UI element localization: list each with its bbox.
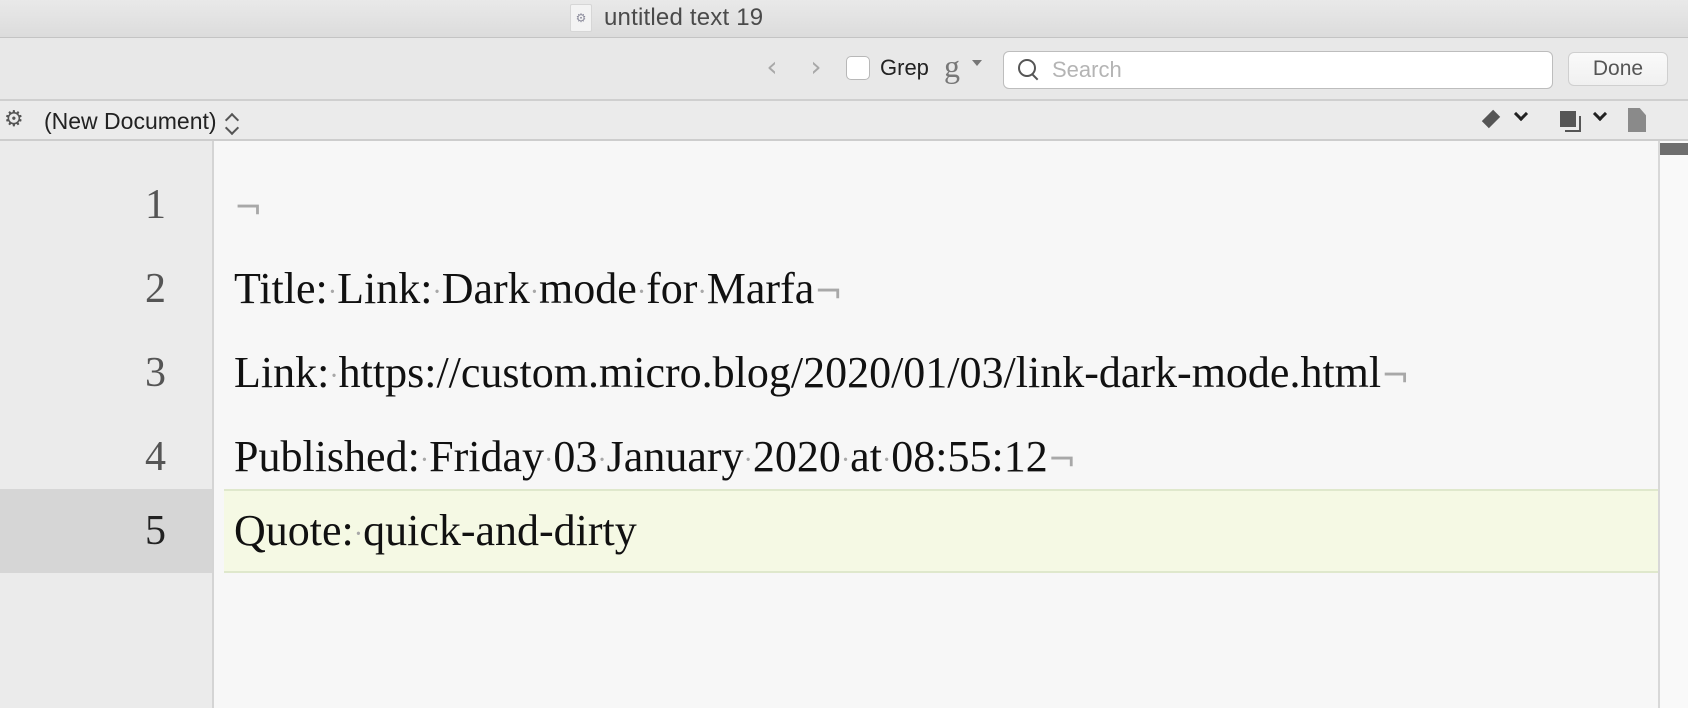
line-number: 2 [145,266,166,312]
text-token: Link: [234,348,330,397]
document-selector[interactable]: (New Document) [44,108,239,135]
invisible-space: · [881,444,892,476]
search-icon [1016,56,1044,84]
text-token: 03 [553,432,598,481]
grep-label[interactable]: Grep [880,55,929,81]
text-token: 08:55:12 [891,432,1048,481]
chevron-down-icon[interactable] [1592,106,1608,122]
invisible-space: · [419,444,430,476]
search-input[interactable] [1052,57,1532,83]
search-field[interactable] [1003,51,1553,89]
invisible-space: · [327,276,338,308]
window-titlebar: ⚙ untitled text 19 [0,0,1688,38]
grep-options-caret-icon[interactable] [972,60,982,66]
invisible-space: · [840,444,851,476]
up-down-chevron-icon [224,109,239,135]
text-token: Dark [441,264,530,313]
text-token: quick-and-dirty [363,506,637,555]
text-token: https://custom.micro.blog/2020/01/03/lin… [338,348,1382,397]
invisible-space: · [697,276,707,308]
done-button[interactable]: Done [1568,52,1668,86]
line-end-marker: ¬ [1381,356,1410,396]
gear-icon[interactable]: ⚙ [4,107,24,133]
line-number: 3 [145,350,166,396]
text-token: January [606,432,744,481]
line-end-marker: ¬ [814,272,843,312]
text-line[interactable]: Link:·https://custom.micro.blog/2020/01/… [224,331,1658,415]
window-title-group: ⚙ untitled text 19 [570,3,763,33]
invisible-space: · [353,518,364,550]
vertical-scrollbar[interactable] [1658,141,1688,708]
text-token: mode [539,264,637,313]
chevron-right-icon: › [810,50,822,83]
document-selector-label: (New Document) [44,108,217,134]
window-title: untitled text 19 [604,4,764,31]
line-number-current: 5 [0,489,212,573]
line-number: 1 [145,182,166,228]
grep-checkbox[interactable] [846,56,870,80]
text-token: at [850,432,882,481]
navigation-bar: ⚙ (New Document) [0,101,1688,141]
text-line[interactable]: Title:·Link:·Dark·mode·for·Marfa¬ [224,247,1658,331]
grep-options-button[interactable]: g [944,50,960,82]
text-token: 2020 [752,432,841,481]
document-info-icon[interactable] [1628,108,1646,132]
text-token: Title: [234,264,328,313]
scrollbar-thumb[interactable] [1660,143,1688,155]
chevron-down-icon[interactable] [1513,106,1529,122]
document-icon[interactable]: ⚙ [570,4,592,32]
text-token: Marfa [706,264,815,313]
counterpart-windows-icon[interactable] [1560,111,1582,133]
chevron-left-icon: ‹ [766,50,778,83]
text-token: Quote: [234,506,354,555]
text-editor[interactable]: ¬ Title:·Link:·Dark·mode·for·Marfa¬ Link… [214,141,1658,708]
line-number: 4 [145,434,166,480]
line-end-marker: ¬ [234,188,263,228]
invisible-space: · [636,276,647,308]
invisible-space: · [432,276,442,308]
text-line[interactable]: Published:·Friday·03·January·2020·at·08:… [224,415,1658,499]
text-line[interactable]: ¬ [224,163,1658,247]
invisible-space: · [544,444,554,476]
invisible-space: · [529,276,540,308]
previous-match-button[interactable]: ‹ [760,52,784,82]
text-token: Link: [337,264,433,313]
next-match-button[interactable]: › [804,52,828,82]
line-end-marker: ¬ [1047,440,1077,480]
text-token: Friday [429,432,545,481]
invisible-space: · [597,444,607,476]
invisible-space: · [743,444,753,476]
line-number-gutter: 1 2 3 4 5 [0,141,214,708]
text-token: Published: [234,432,420,481]
bookmark-icon[interactable] [1482,111,1502,131]
text-line-current[interactable]: Quote:·quick-and-dirty [224,489,1658,573]
invisible-space: · [329,360,339,392]
text-token: for [646,264,698,313]
find-bar: ‹ › Grep g Done [0,38,1688,101]
